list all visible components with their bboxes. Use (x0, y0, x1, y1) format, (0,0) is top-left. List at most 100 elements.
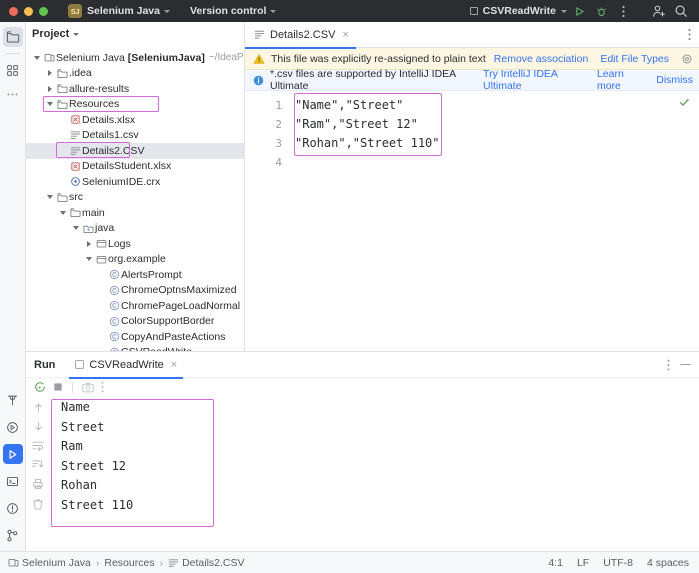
tree-node-detailsstudent-xlsx[interactable]: DetailsStudent.xlsx (26, 159, 244, 175)
tree-node-details1-csv[interactable]: Details1.csv (26, 128, 244, 144)
breadcrumb-item-resources[interactable]: Resources (104, 557, 154, 569)
console-line: Street 12 (61, 458, 127, 473)
tree-node-alertsprompt[interactable]: AlertsPrompt (26, 267, 244, 283)
tree-node-colorsupportborder[interactable]: ColorSupportBorder (26, 314, 244, 330)
run-tab-csvreadwrite[interactable]: CSVReadWrite × (69, 352, 184, 379)
rerun-icon[interactable] (34, 381, 46, 393)
breadcrumb-label: Details2.CSV (182, 556, 245, 569)
indent-setting[interactable]: 4 spaces (647, 557, 689, 569)
tree-node-allure-results[interactable]: allure-results (26, 81, 244, 97)
tree-node-chromeoptnsmaximized[interactable]: ChromeOptnsMaximized (26, 283, 244, 299)
learn-more-link[interactable]: Learn more (597, 68, 644, 92)
chevron-down-icon[interactable] (45, 102, 55, 107)
tree-node-logs[interactable]: Logs (26, 236, 244, 252)
chevron-right-icon[interactable] (45, 70, 55, 77)
remove-association-link[interactable]: Remove association (494, 53, 589, 65)
minimize-icon[interactable] (680, 363, 691, 366)
run-console[interactable]: Name Street Ram Street 12 Rohan Street 110 (26, 396, 699, 551)
sidebar-item-run[interactable] (2, 444, 23, 464)
breadcrumb-item-selenium-java[interactable]: Selenium Java (8, 557, 91, 569)
code-content[interactable]: "Name","Street" "Ram","Street 12" "Rohan",… (291, 91, 440, 351)
sidebar-item-project[interactable] (2, 27, 23, 47)
minimize-window-button[interactable] (24, 6, 33, 16)
breadcrumb[interactable]: Selenium Java › Resources › Details2.CSV (0, 557, 245, 569)
sidebar-item-more-tools[interactable] (3, 84, 23, 104)
folder-icon (55, 68, 69, 79)
more-vertical-icon[interactable] (101, 381, 104, 393)
chevron-down-icon[interactable] (58, 210, 68, 215)
tree-node-src[interactable]: src (26, 190, 244, 206)
stop-icon[interactable] (53, 382, 63, 392)
gear-icon[interactable] (681, 53, 693, 65)
editor-tab-details2-csv[interactable]: Details2.CSV × (245, 22, 356, 49)
account-add-icon[interactable] (649, 2, 669, 20)
try-ultimate-link[interactable]: Try IntelliJ IDEA Ultimate (483, 68, 585, 92)
tree-node-details-xlsx[interactable]: Details.xlsx (26, 112, 244, 128)
more-actions-button[interactable] (613, 2, 633, 20)
line-separator[interactable]: LF (577, 557, 589, 569)
project-name-menu[interactable]: Selenium Java (82, 2, 175, 20)
down-arrow-icon[interactable] (33, 421, 44, 432)
debug-button[interactable] (591, 2, 611, 20)
breadcrumb-item-details2-csv[interactable]: Details2.CSV (168, 556, 245, 569)
tree-node-label: Selenium Java [SeleniumJava] (56, 51, 205, 64)
close-tab-icon[interactable]: × (340, 29, 348, 41)
project-tree[interactable]: Selenium Java [SeleniumJava]~/IdeaProjec… (26, 46, 244, 351)
checkmark-ok-icon[interactable] (679, 97, 690, 108)
tree-node-java[interactable]: java (26, 221, 244, 237)
chevron-right-icon[interactable] (45, 85, 55, 92)
up-arrow-icon[interactable] (33, 402, 44, 413)
chevron-down-icon[interactable] (45, 195, 55, 200)
project-panel-header[interactable]: Project (26, 22, 244, 46)
rail-bottom-group (0, 390, 25, 551)
code-editor[interactable]: 1 2 3 4 "Name","Street" "Ram","Street 12" "Ro… (245, 91, 699, 351)
code-line[interactable]: "Name","Street" (295, 96, 440, 115)
sidebar-item-structure[interactable] (3, 60, 23, 80)
soft-wrap-icon[interactable] (32, 440, 44, 451)
sidebar-item-problems[interactable] (3, 498, 23, 518)
run-button[interactable] (569, 2, 589, 20)
camera-icon[interactable] (82, 382, 94, 393)
edit-file-types-link[interactable]: Edit File Types (600, 53, 669, 65)
tree-node-seleniumide-crx[interactable]: SeleniumIDE.crx (26, 174, 244, 190)
tree-node-resources[interactable]: Resources (26, 97, 244, 113)
sidebar-item-version-control[interactable] (3, 525, 23, 545)
sidebar-item-build[interactable] (3, 390, 23, 410)
tree-node-main[interactable]: main (26, 205, 244, 221)
close-run-tab-icon[interactable]: × (169, 359, 177, 371)
clear-all-icon[interactable] (32, 498, 44, 510)
code-line[interactable]: "Ram","Street 12" (295, 115, 440, 134)
sidebar-item-terminal[interactable] (3, 471, 23, 491)
search-icon[interactable] (671, 2, 691, 20)
tree-node-copyandpasteactions[interactable]: CopyAndPasteActions (26, 329, 244, 345)
maximize-window-button[interactable] (39, 6, 48, 16)
tree-node-selenium-java[interactable]: Selenium Java [SeleniumJava]~/IdeaProjec… (26, 50, 244, 66)
code-line[interactable]: "Rohan","Street 110" (295, 134, 440, 153)
tree-node-details2-csv[interactable]: Details2.CSV (26, 143, 244, 159)
dismiss-link[interactable]: Dismiss (656, 74, 693, 86)
chevron-down-icon[interactable] (71, 226, 81, 231)
line-number: 3 (275, 137, 282, 150)
caret-position[interactable]: 4:1 (548, 557, 563, 569)
project-badge[interactable]: SJ (68, 4, 82, 18)
chevron-right-icon[interactable] (84, 240, 94, 247)
close-window-button[interactable] (9, 6, 18, 16)
folder-icon (55, 192, 69, 203)
chevron-down-icon[interactable] (32, 55, 42, 60)
tree-node-idea[interactable]: .idea (26, 66, 244, 82)
version-control-label: Version control (189, 5, 267, 17)
editor-tabs-more-icon[interactable] (688, 28, 699, 41)
print-icon[interactable] (32, 478, 44, 490)
code-line[interactable] (295, 153, 440, 172)
tree-node-chromepageloadnormal[interactable]: ChromePageLoadNormal (26, 298, 244, 314)
run-configuration-selector[interactable]: CSVReadWrite (469, 5, 567, 17)
window-controls[interactable] (0, 6, 48, 16)
chevron-down-icon[interactable] (84, 257, 94, 262)
version-control-menu[interactable]: Version control (185, 2, 281, 20)
tree-node-label: Details2.CSV (82, 144, 145, 157)
scroll-to-end-icon[interactable] (32, 459, 44, 470)
tree-node-org-example[interactable]: org.example (26, 252, 244, 268)
more-options-icon[interactable] (667, 359, 670, 371)
file-encoding[interactable]: UTF-8 (603, 557, 633, 569)
sidebar-item-coverage[interactable] (3, 417, 23, 437)
